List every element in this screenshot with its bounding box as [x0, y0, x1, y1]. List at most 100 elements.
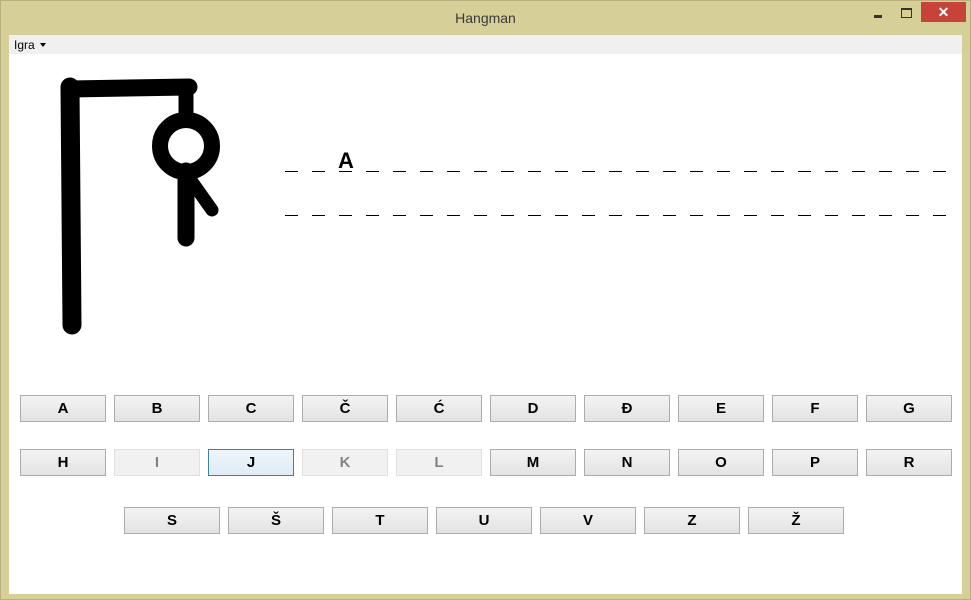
letter-slot: [555, 194, 568, 216]
letter-slot: [717, 150, 730, 172]
letter-slot: [906, 194, 919, 216]
slot-underline: [717, 171, 730, 172]
letter-slot: [690, 194, 703, 216]
slot-underline: [528, 171, 541, 172]
letter-key-button[interactable]: J: [208, 449, 294, 476]
letter-slot: [447, 150, 460, 172]
letter-slot: [312, 194, 325, 216]
revealed-letter: A: [338, 148, 354, 173]
letter-key-button[interactable]: M: [490, 449, 576, 476]
slot-underline: [366, 215, 379, 216]
slot-underline: [852, 171, 865, 172]
letter-slot: [933, 150, 946, 172]
gallows-post: [60, 77, 82, 335]
letter-key-button[interactable]: Ć: [396, 395, 482, 422]
slot-underline: [366, 171, 379, 172]
letter-key-button[interactable]: A: [20, 395, 106, 422]
letter-slot: [285, 194, 298, 216]
letter-slot: [474, 150, 487, 172]
letter-slot: [366, 150, 379, 172]
letter-key-button[interactable]: U: [436, 507, 532, 534]
letter-key-button[interactable]: Č: [302, 395, 388, 422]
slot-underline: [555, 171, 568, 172]
letter-slot: [852, 194, 865, 216]
letter-key-button[interactable]: Ž: [748, 507, 844, 534]
slot-underline: [690, 215, 703, 216]
slot-underline: [285, 215, 298, 216]
close-button[interactable]: ✕: [921, 2, 966, 22]
letter-key-button[interactable]: Š: [228, 507, 324, 534]
letter-slot: [285, 150, 298, 172]
letter-slot: [393, 150, 406, 172]
letter-slot: [609, 194, 622, 216]
letter-key-button[interactable]: N: [584, 449, 670, 476]
letter-key-button[interactable]: E: [678, 395, 764, 422]
letter-key-button[interactable]: I: [114, 449, 200, 476]
letter-slot: [636, 150, 649, 172]
slot-underline: [690, 171, 703, 172]
letter-slot: A: [338, 150, 354, 172]
letter-key-button[interactable]: P: [772, 449, 858, 476]
letter-key-button[interactable]: B: [114, 395, 200, 422]
letter-slot: [690, 150, 703, 172]
minimize-button[interactable]: [865, 2, 891, 22]
game-area: Igra A ABCČĆDĐEFGHIJKLMNOPRSŠTUVZŽ: [9, 35, 962, 594]
letter-slot: [906, 150, 919, 172]
letter-slot: [393, 194, 406, 216]
letter-key-button[interactable]: K: [302, 449, 388, 476]
slot-underline: [825, 171, 838, 172]
letter-slot: [825, 194, 838, 216]
slot-underline: [879, 171, 892, 172]
letter-key-button[interactable]: R: [866, 449, 952, 476]
letter-slot: [420, 150, 433, 172]
slot-underline: [771, 171, 784, 172]
letter-key-button[interactable]: L: [396, 449, 482, 476]
letter-slot: [717, 194, 730, 216]
letter-slot: [447, 194, 460, 216]
letter-key-button[interactable]: T: [332, 507, 428, 534]
letter-key-button[interactable]: H: [20, 449, 106, 476]
letter-slot: [744, 150, 757, 172]
letter-slot: [366, 194, 379, 216]
letter-slot: [879, 150, 892, 172]
hangman-drawing: [60, 77, 220, 335]
slot-underline: [528, 215, 541, 216]
letter-slot: [420, 194, 433, 216]
letter-key-button[interactable]: V: [540, 507, 636, 534]
title-bar[interactable]: Hangman ✕: [1, 1, 970, 34]
letter-slot: [933, 194, 946, 216]
slot-underline: [447, 215, 460, 216]
letter-slot: [852, 150, 865, 172]
letter-key-button[interactable]: Z: [644, 507, 740, 534]
slot-underline: [474, 171, 487, 172]
letter-slot: [636, 194, 649, 216]
letter-key-button[interactable]: Đ: [584, 395, 670, 422]
letter-slot: [771, 150, 784, 172]
slot-underline: [933, 171, 946, 172]
letter-slot: [501, 194, 514, 216]
slot-underline: [393, 215, 406, 216]
slot-underline: [663, 215, 676, 216]
hangman-window: Hangman ✕ Igra A ABCČĆDĐEFGHIJKLMNOPRSŠT…: [0, 0, 971, 600]
letter-slot: [825, 150, 838, 172]
letter-key-button[interactable]: S: [124, 507, 220, 534]
letter-slot: [798, 150, 811, 172]
slot-underline: [285, 171, 298, 172]
letter-key-button[interactable]: O: [678, 449, 764, 476]
letter-key-button[interactable]: C: [208, 395, 294, 422]
letter-slot: [339, 194, 352, 216]
letter-key-button[interactable]: G: [866, 395, 952, 422]
slot-underline: [582, 171, 595, 172]
slot-underline: [582, 215, 595, 216]
letter-key-button[interactable]: D: [490, 395, 576, 422]
slot-underline: [420, 171, 433, 172]
letter-key-button[interactable]: F: [772, 395, 858, 422]
slot-underline: [609, 215, 622, 216]
slot-underline: [906, 215, 919, 216]
slot-underline: [501, 171, 514, 172]
slot-underline: [798, 171, 811, 172]
slot-underline: [474, 215, 487, 216]
maximize-button[interactable]: [893, 2, 919, 22]
letter-slot: [474, 194, 487, 216]
gallows-beam: [61, 78, 198, 98]
